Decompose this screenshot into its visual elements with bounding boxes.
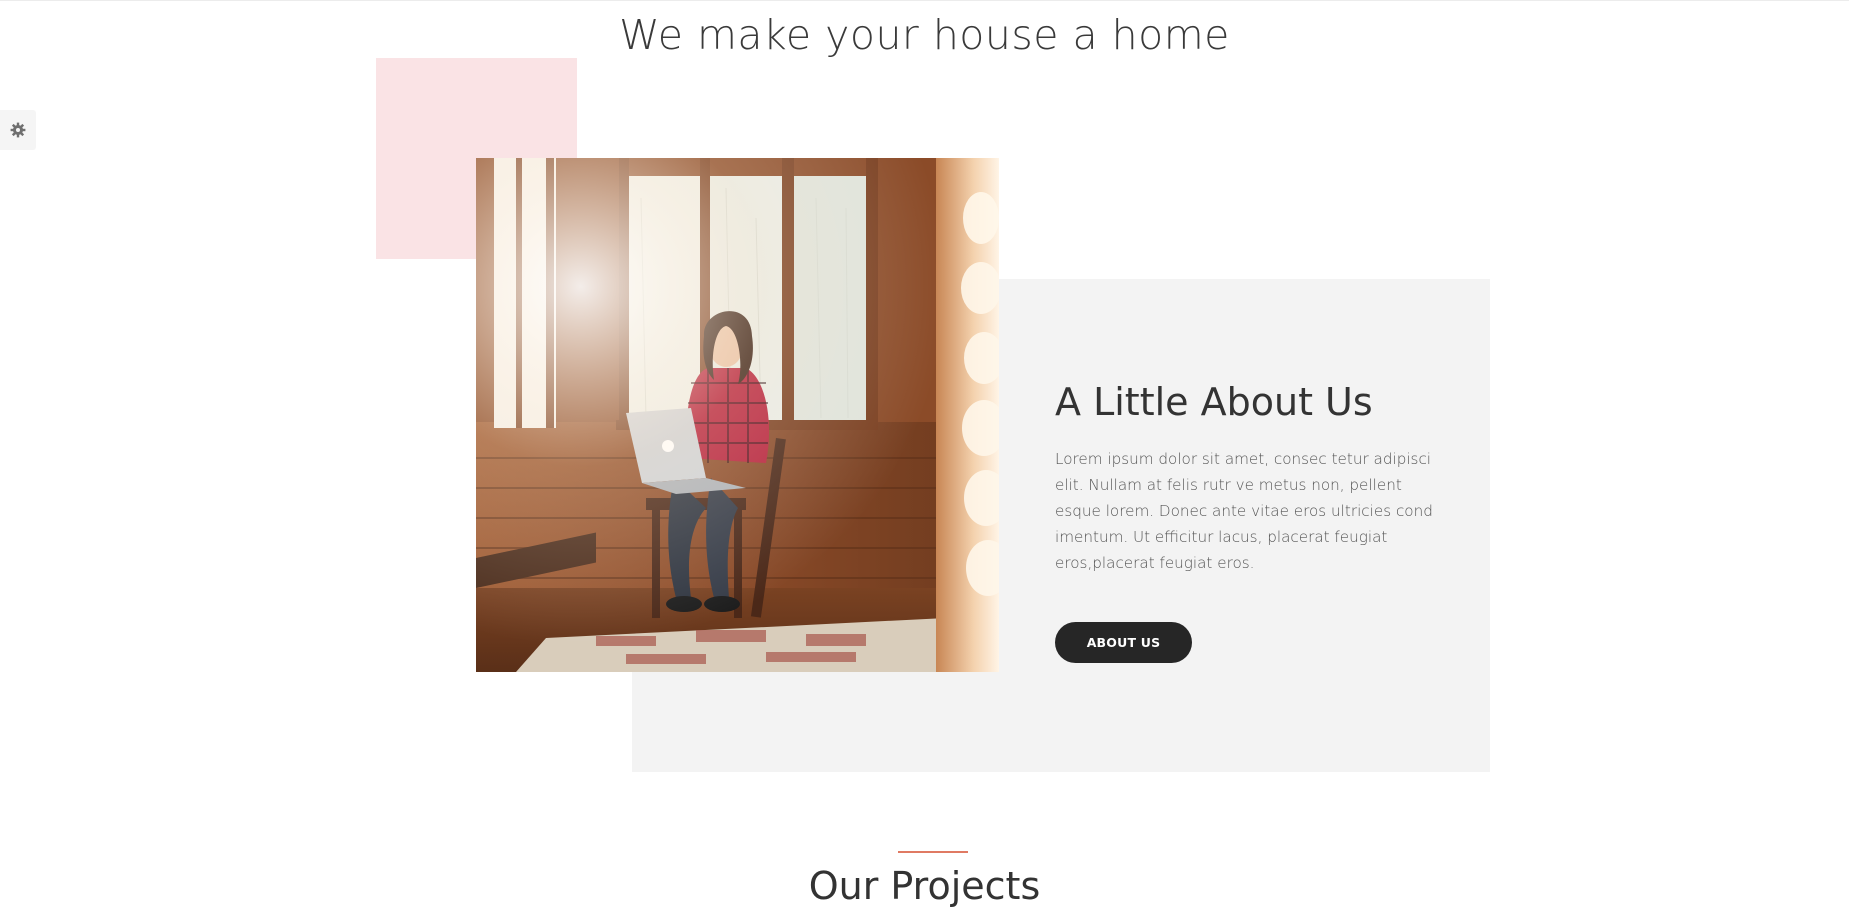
settings-toggle-button[interactable] — [0, 110, 36, 150]
gear-icon — [10, 122, 26, 138]
projects-title: Our Projects — [808, 864, 1041, 908]
about-title: A Little About Us — [1055, 380, 1373, 424]
page: We make your house a home A Little About… — [0, 0, 1849, 918]
about-description: Lorem ipsum dolor sit amet, consec tetur… — [1055, 450, 1433, 572]
hero-tagline: We make your house a home — [619, 11, 1230, 59]
woman-with-laptop-photo — [476, 158, 999, 672]
about-us-button[interactable]: ABOUT US — [1055, 622, 1192, 663]
top-divider — [0, 0, 1849, 1]
projects-accent-rule — [898, 851, 968, 853]
